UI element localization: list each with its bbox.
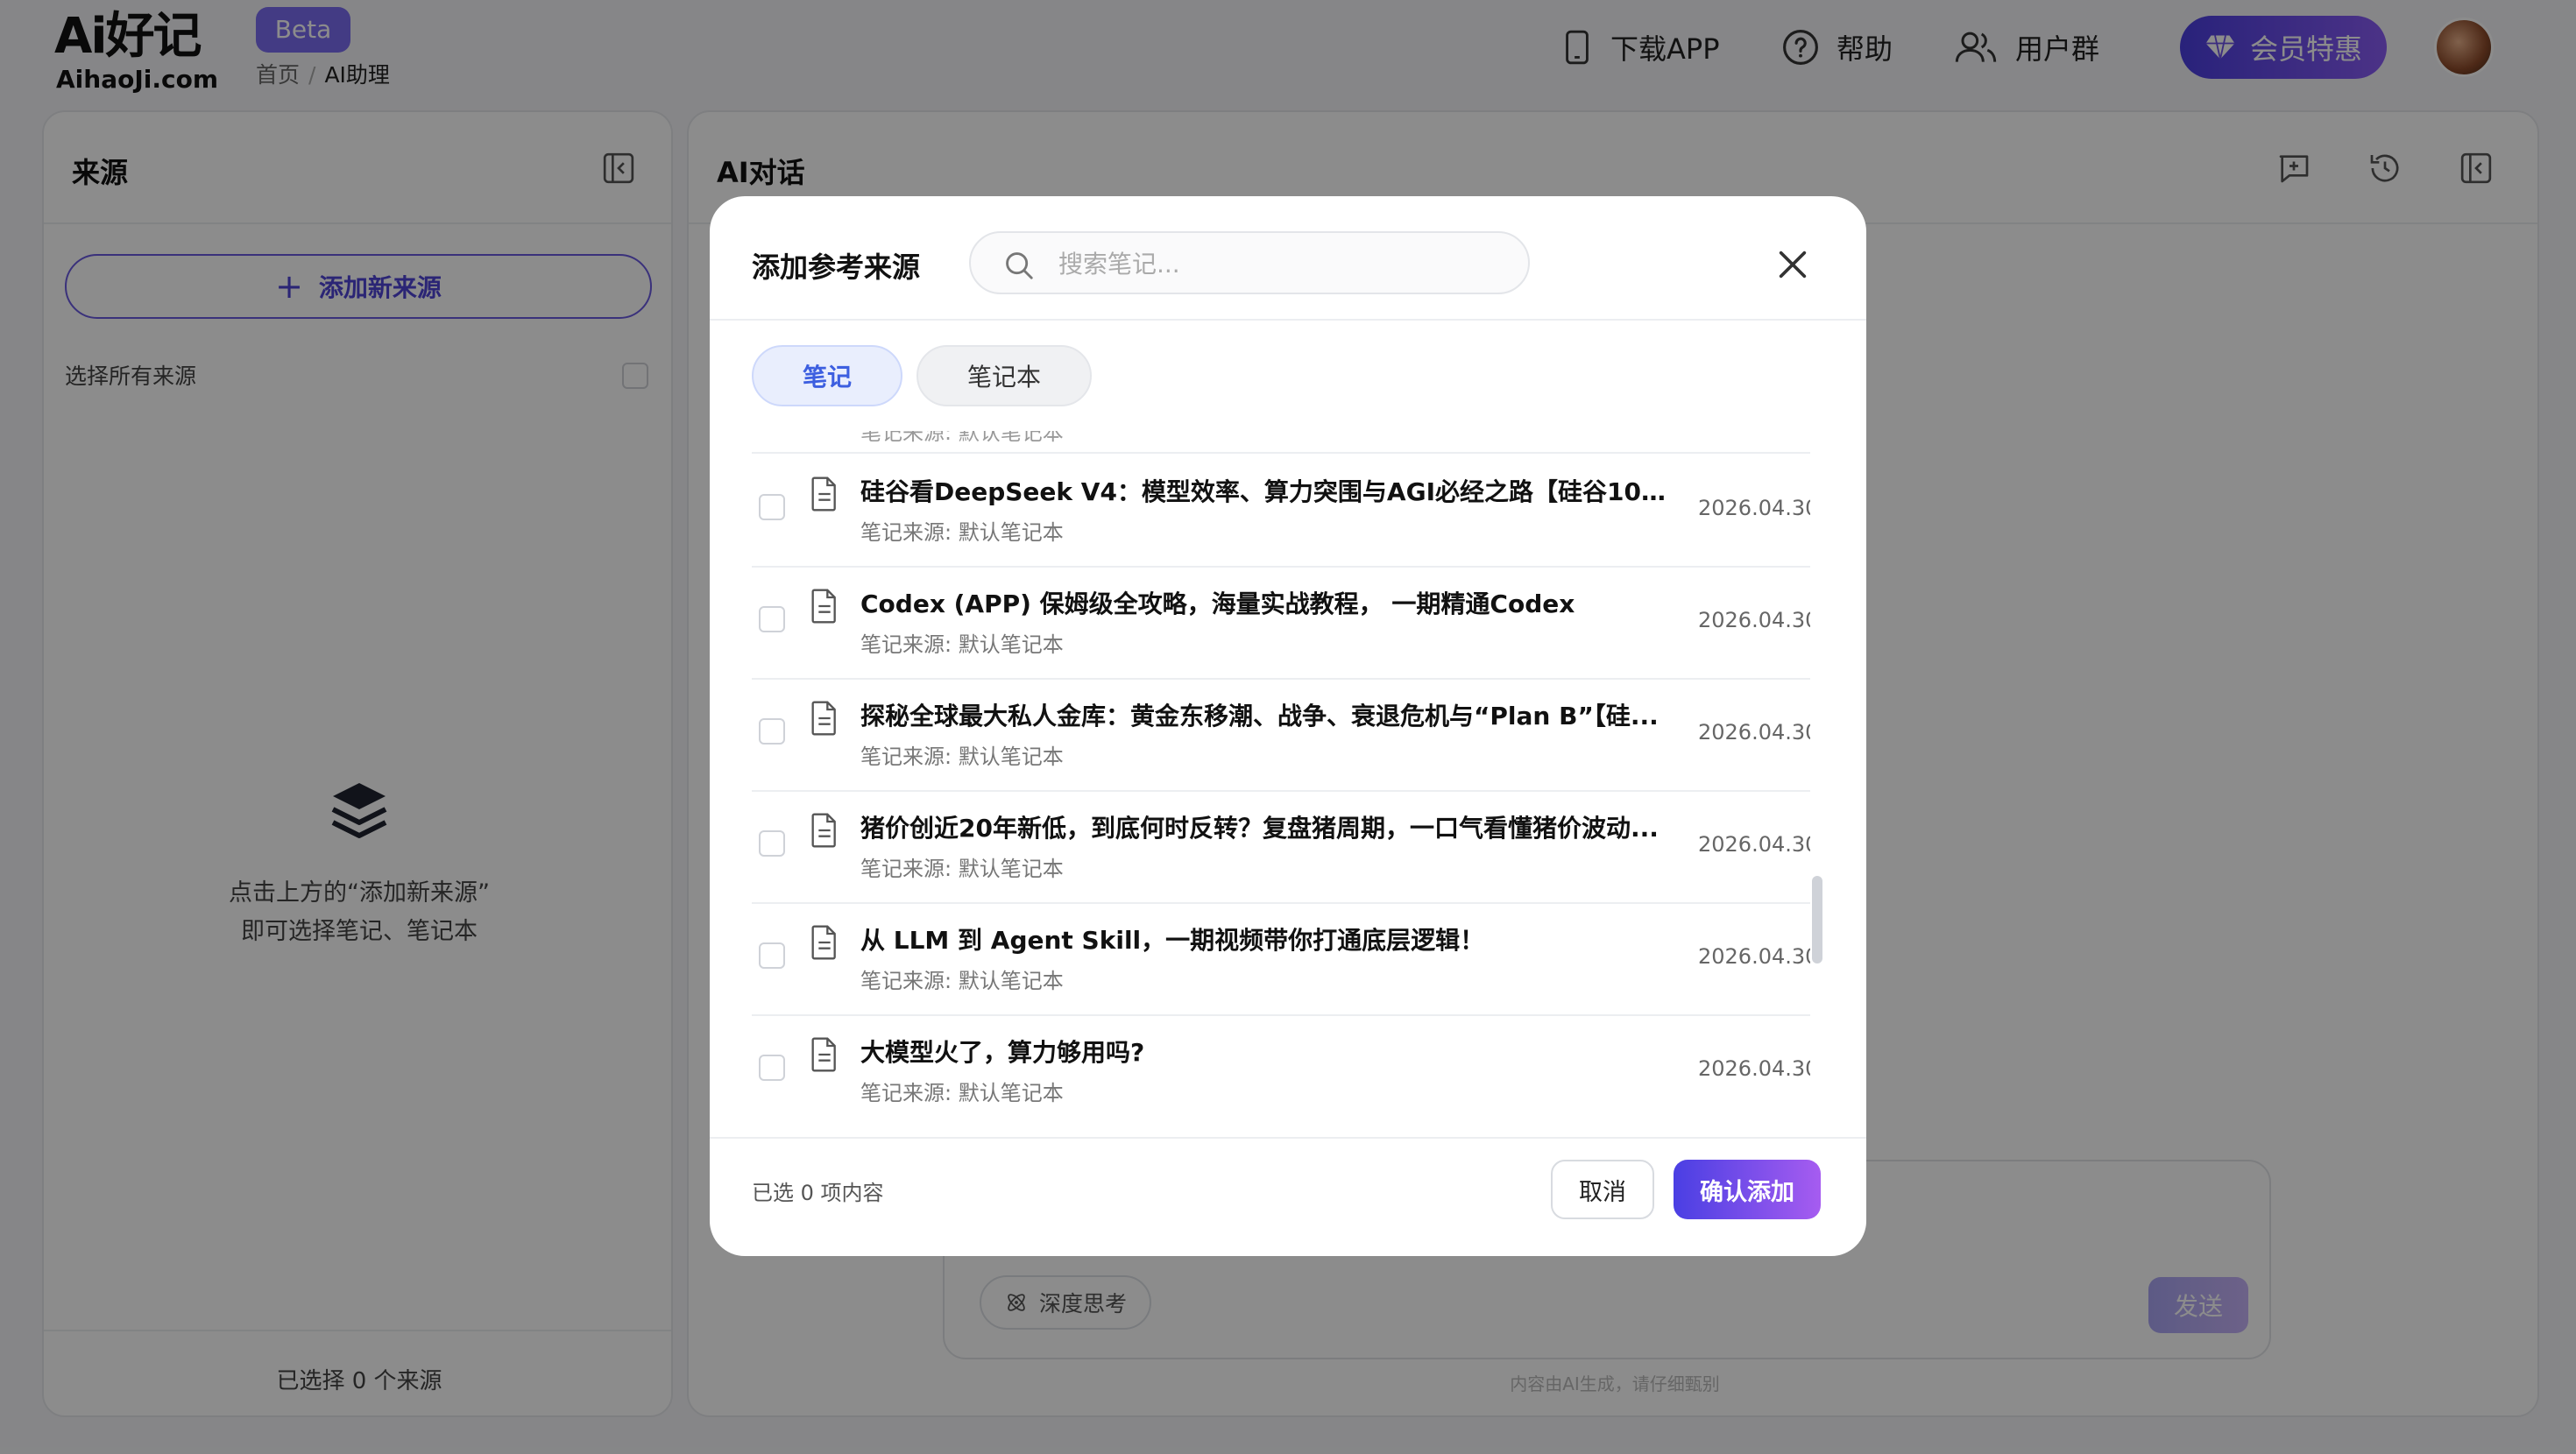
list-item[interactable]: 探秘全球最大私人金库：黄金东移潮、战争、衰退危机与“Plan B”【硅... 笔… bbox=[752, 680, 1810, 792]
document-icon bbox=[811, 813, 836, 848]
confirm-add-button[interactable]: 确认添加 bbox=[1674, 1160, 1821, 1219]
item-date: 2026.04.30 bbox=[1698, 832, 1810, 857]
item-checkbox[interactable] bbox=[759, 1055, 785, 1081]
item-checkbox[interactable] bbox=[759, 606, 785, 632]
list-item[interactable]: 大模型火了，算力够用吗? 笔记来源: 默认笔记本 2026.04.30 bbox=[752, 1016, 1810, 1118]
item-checkbox[interactable] bbox=[759, 830, 785, 857]
close-icon[interactable] bbox=[1775, 247, 1810, 282]
item-title: 硅谷看DeepSeek V4：模型效率、算力突围与AGI必经之路【硅谷101..… bbox=[860, 477, 1667, 506]
document-icon bbox=[811, 1037, 836, 1072]
item-checkbox[interactable] bbox=[759, 494, 785, 520]
list-item-source: 笔记来源: 默认笔记本 bbox=[860, 431, 1064, 445]
item-title: 大模型火了，算力够用吗? bbox=[860, 1038, 1145, 1067]
tab-notebooks[interactable]: 笔记本 bbox=[916, 345, 1092, 406]
document-icon bbox=[811, 701, 836, 736]
item-source: 笔记来源: 默认笔记本 bbox=[860, 1081, 1064, 1105]
item-checkbox[interactable] bbox=[759, 942, 785, 969]
add-reference-modal: 添加参考来源 笔记 笔记本 笔记来源: 默认笔记本 硅谷看DeepSeek V4… bbox=[710, 196, 1866, 1256]
list-item[interactable]: 硅谷看DeepSeek V4：模型效率、算力突围与AGI必经之路【硅谷101..… bbox=[752, 455, 1810, 568]
item-source: 笔记来源: 默认笔记本 bbox=[860, 857, 1064, 881]
note-search-input[interactable] bbox=[1058, 245, 1497, 282]
item-date: 2026.04.30 bbox=[1698, 944, 1810, 969]
item-title: Codex (APP) 保姆级全攻略，海量实战教程， 一期精通Codex bbox=[860, 589, 1575, 618]
modal-title: 添加参考来源 bbox=[752, 251, 921, 284]
cancel-button[interactable]: 取消 bbox=[1551, 1160, 1654, 1219]
item-source: 笔记来源: 默认笔记本 bbox=[860, 632, 1064, 657]
item-source: 笔记来源: 默认笔记本 bbox=[860, 745, 1064, 769]
document-icon bbox=[811, 589, 836, 624]
list-scrollbar[interactable] bbox=[1812, 876, 1822, 963]
modal-footer-divider bbox=[710, 1137, 1866, 1139]
item-date: 2026.04.30 bbox=[1698, 608, 1810, 632]
item-title: 从 LLM 到 Agent Skill，一期视频带你打通底层逻辑！ bbox=[860, 926, 1485, 955]
list-item[interactable]: 猪价创近20年新低，到底何时反转？复盘猪周期，一口气看懂猪价波动... 笔记来源… bbox=[752, 792, 1810, 904]
note-search-box[interactable] bbox=[969, 231, 1530, 294]
search-icon bbox=[1006, 252, 1033, 279]
item-checkbox[interactable] bbox=[759, 718, 785, 745]
item-source: 笔记来源: 默认笔记本 bbox=[860, 969, 1064, 993]
item-date: 2026.04.30 bbox=[1698, 496, 1810, 520]
list-item-partial: 笔记来源: 默认笔记本 bbox=[752, 431, 1810, 454]
item-date: 2026.04.30 bbox=[1698, 1056, 1810, 1081]
modal-header-divider bbox=[710, 319, 1866, 321]
item-title: 猪价创近20年新低，到底何时反转？复盘猪周期，一口气看懂猪价波动... bbox=[860, 814, 1659, 843]
item-source: 笔记来源: 默认笔记本 bbox=[860, 520, 1064, 545]
item-date: 2026.04.30 bbox=[1698, 720, 1810, 745]
document-icon bbox=[811, 925, 836, 960]
document-icon bbox=[811, 476, 836, 512]
item-title: 探秘全球最大私人金库：黄金东移潮、战争、衰退危机与“Plan B”【硅... bbox=[860, 702, 1659, 731]
selected-count: 已选 0 项内容 bbox=[752, 1181, 884, 1205]
list-item[interactable]: 从 LLM 到 Agent Skill，一期视频带你打通底层逻辑！ 笔记来源: … bbox=[752, 904, 1810, 1016]
tab-notes[interactable]: 笔记 bbox=[752, 345, 902, 406]
note-list: 笔记来源: 默认笔记本 硅谷看DeepSeek V4：模型效率、算力突围与AGI… bbox=[752, 431, 1810, 1118]
list-item[interactable]: Codex (APP) 保姆级全攻略，海量实战教程， 一期精通Codex 笔记来… bbox=[752, 568, 1810, 680]
